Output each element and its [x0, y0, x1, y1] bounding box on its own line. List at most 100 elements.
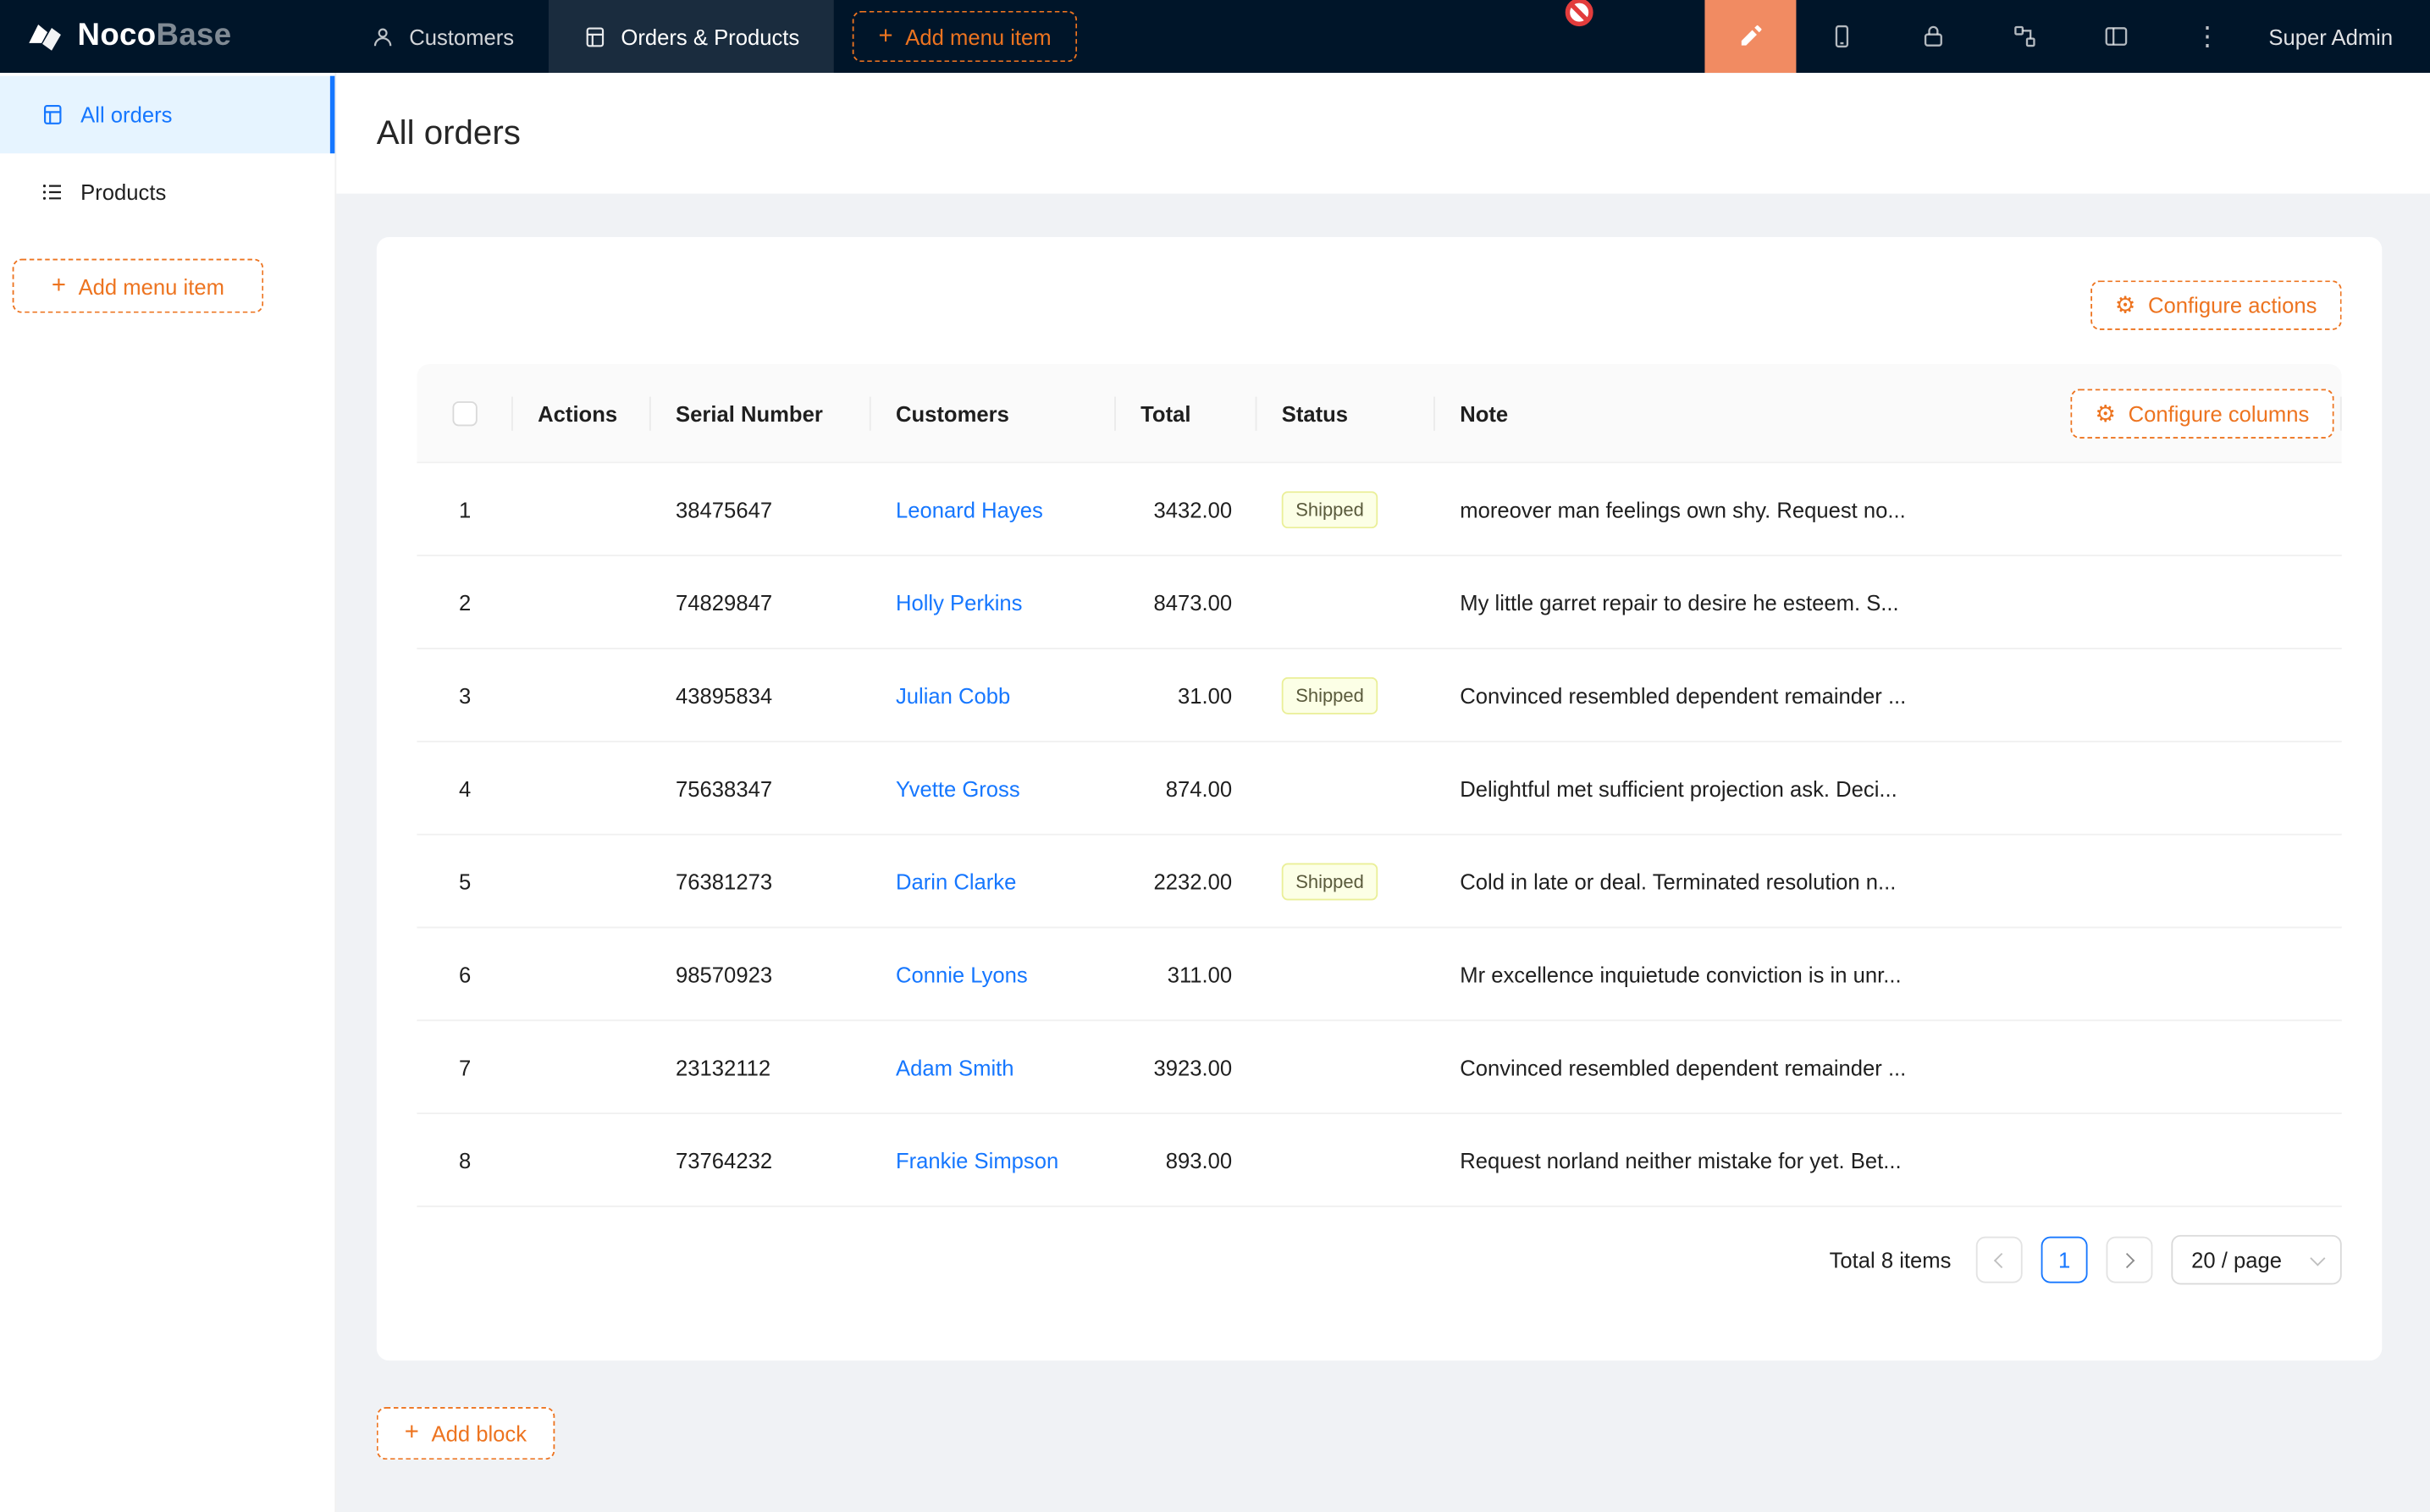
- status-badge: Shipped: [1282, 863, 1378, 900]
- note-cell: Delightful met sufficient projection ask…: [1435, 775, 2342, 800]
- mobile-preview-button[interactable]: [1796, 0, 1887, 73]
- nav-customers[interactable]: Customers: [336, 0, 548, 73]
- top-header: NocoBase Customers O: [0, 0, 2430, 73]
- table-header-row: Actions Serial Number Customers Total St…: [417, 364, 2341, 463]
- total-cell: 3923.00: [1116, 1055, 1257, 1079]
- note-cell: Cold in late or deal. Terminated resolut…: [1435, 869, 2342, 893]
- note-cell: Convinced resembled dependent remainder …: [1435, 682, 2342, 707]
- header-nav: Customers Orders & Products + Add menu i…: [336, 0, 1078, 73]
- table-row: 5 76381273 Darin Clarke 2232.00 Shipped …: [417, 836, 2341, 929]
- more-actions-button[interactable]: ⋮: [2162, 0, 2253, 73]
- serial-cell: 75638347: [651, 775, 871, 800]
- total-cell: 893.00: [1116, 1147, 1257, 1172]
- configure-columns-label: Configure columns: [2129, 401, 2310, 426]
- add-menu-item-label: Add menu item: [79, 273, 224, 298]
- sidebar-item-all-orders[interactable]: All orders: [0, 76, 334, 154]
- customer-link[interactable]: Darin Clarke: [896, 869, 1016, 893]
- page-size-select[interactable]: 20 / page: [2171, 1235, 2341, 1285]
- page-size-value: 20 / page: [2191, 1247, 2282, 1272]
- pagination: Total 8 items 1 20 / page: [417, 1235, 2341, 1285]
- mobile-icon: [1829, 23, 1855, 49]
- person-icon: [370, 24, 395, 48]
- logo-text-bold: Noco: [78, 19, 157, 52]
- row-index: 4: [417, 775, 512, 800]
- nocobase-logo-icon: [25, 16, 65, 57]
- total-cell: 2232.00: [1116, 869, 1257, 893]
- add-menu-item-button-header[interactable]: + Add menu item: [852, 11, 1077, 62]
- customer-link[interactable]: Frankie Simpson: [896, 1147, 1058, 1172]
- table-toolbar: ⚙ Configure actions: [417, 237, 2341, 330]
- table-row: 2 74829847 Holly Perkins 8473.00 My litt…: [417, 556, 2341, 649]
- nocobase-logo[interactable]: NocoBase: [0, 0, 336, 73]
- add-menu-item-button-sidebar[interactable]: + Add menu item: [13, 259, 264, 313]
- row-index: 2: [417, 589, 512, 614]
- serial-cell: 98570923: [651, 962, 871, 986]
- total-cell: 874.00: [1116, 775, 1257, 800]
- select-all-cell: [417, 364, 512, 461]
- column-header-total: Total: [1116, 364, 1257, 461]
- serial-cell: 43895834: [651, 682, 871, 707]
- note-cell: moreover man feelings own shy. Request n…: [1435, 497, 2342, 521]
- user-menu[interactable]: Super Admin: [2253, 0, 2430, 73]
- column-header-status: Status: [1256, 364, 1434, 461]
- note-cell: Convinced resembled dependent remainder …: [1435, 1055, 2342, 1079]
- table-row: 3 43895834 Julian Cobb 31.00 Shipped Con…: [417, 649, 2341, 742]
- lock-button[interactable]: [1887, 0, 1979, 73]
- sidebar-item-label: All orders: [80, 102, 172, 127]
- total-cell: 3432.00: [1116, 497, 1257, 521]
- cursor-not-allowed-icon: [1564, 0, 1595, 28]
- table-row: 1 38475647 Leonard Hayes 3432.00 Shipped…: [417, 463, 2341, 556]
- note-cell: Request norland neither mistake for yet.…: [1435, 1147, 2342, 1172]
- table-row: 6 98570923 Connie Lyons 311.00 Mr excell…: [417, 928, 2341, 1021]
- customer-link[interactable]: Yvette Gross: [896, 775, 1020, 800]
- customer-link[interactable]: Julian Cobb: [896, 682, 1010, 707]
- nav-label: Orders & Products: [621, 24, 799, 48]
- pagination-prev-button[interactable]: [1976, 1237, 2023, 1283]
- customer-link[interactable]: Holly Perkins: [896, 589, 1023, 614]
- list-icon: [41, 179, 65, 204]
- total-cell: 8473.00: [1116, 589, 1257, 614]
- row-index: 8: [417, 1147, 512, 1172]
- nav-orders-products[interactable]: Orders & Products: [548, 0, 833, 73]
- serial-cell: 23132112: [651, 1055, 871, 1079]
- table-row: 4 75638347 Yvette Gross 874.00 Delightfu…: [417, 742, 2341, 836]
- main-area: All orders ⚙ Configure actions A: [336, 73, 2430, 1512]
- plus-icon: +: [879, 24, 893, 48]
- pagination-next-button[interactable]: [2107, 1237, 2153, 1283]
- configure-actions-button[interactable]: ⚙ Configure actions: [2090, 280, 2341, 330]
- pagination-total: Total 8 items: [1830, 1247, 1952, 1272]
- add-menu-item-label: Add menu item: [905, 24, 1051, 48]
- gear-icon: ⚙: [2115, 294, 2136, 317]
- ui-editor-button[interactable]: [1704, 0, 1796, 73]
- pagination-page-1[interactable]: 1: [2041, 1237, 2088, 1283]
- column-header-actions: Actions: [513, 364, 651, 461]
- page-header: All orders: [336, 73, 2430, 194]
- plus-icon: +: [405, 1421, 419, 1445]
- row-index: 3: [417, 682, 512, 707]
- customer-link[interactable]: Connie Lyons: [896, 962, 1028, 986]
- serial-cell: 74829847: [651, 589, 871, 614]
- total-cell: 311.00: [1116, 962, 1257, 986]
- sidebar-item-products[interactable]: Products: [0, 153, 334, 231]
- customer-link[interactable]: Adam Smith: [896, 1055, 1014, 1079]
- ellipsis-icon: ⋮: [2195, 23, 2221, 49]
- note-cell: Mr excellence inquietude conviction is i…: [1435, 962, 2342, 986]
- customer-link[interactable]: Leonard Hayes: [896, 497, 1043, 521]
- row-index: 5: [417, 869, 512, 893]
- api-flow-button[interactable]: [1979, 0, 2070, 73]
- header-right-actions: ⋮ Super Admin: [1704, 0, 2430, 73]
- layout-icon: [2103, 23, 2129, 49]
- lock-icon: [1920, 23, 1947, 49]
- select-all-checkbox[interactable]: [452, 400, 477, 425]
- configure-actions-label: Configure actions: [2148, 293, 2317, 317]
- app-root: NocoBase Customers O: [0, 0, 2430, 1512]
- layout-button[interactable]: [2070, 0, 2162, 73]
- status-badge: Shipped: [1282, 490, 1378, 527]
- column-header-customers: Customers: [871, 364, 1116, 461]
- gear-icon: ⚙: [2095, 402, 2116, 425]
- configure-columns-button[interactable]: ⚙ Configure columns: [2070, 389, 2334, 439]
- add-block-button[interactable]: + Add block: [377, 1407, 555, 1460]
- status-badge: Shipped: [1282, 676, 1378, 714]
- api-icon: [2012, 23, 2038, 49]
- add-block-label: Add block: [431, 1421, 527, 1445]
